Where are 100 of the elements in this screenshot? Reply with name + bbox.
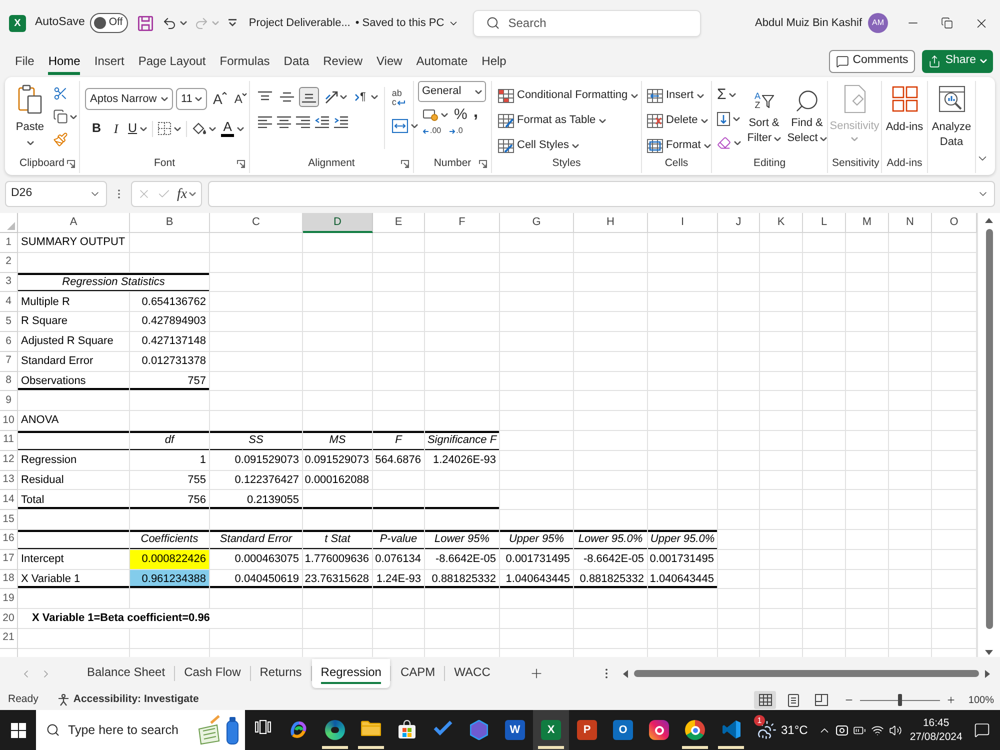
- share-icon[interactable]: [928, 54, 942, 68]
- zoom-level[interactable]: 100%: [968, 692, 994, 708]
- caret-icon[interactable]: [209, 126, 216, 131]
- view-button[interactable]: [754, 691, 776, 709]
- row-header[interactable]: 11: [0, 430, 18, 451]
- add-ins-button[interactable]: Add-ins: [882, 81, 927, 135]
- magnifier-icon[interactable]: [794, 88, 820, 114]
- windows-logo-icon[interactable]: [10, 722, 26, 738]
- font-color-button[interactable]: A: [221, 120, 244, 138]
- ribbon-tab[interactable]: Help: [482, 50, 506, 74]
- app-tile[interactable]: P: [577, 720, 597, 740]
- column-header[interactable]: G: [500, 213, 574, 233]
- save-status-button[interactable]: • Saved to this PC: [355, 14, 460, 32]
- column-header[interactable]: L: [803, 213, 846, 233]
- row-header[interactable]: 2: [0, 252, 18, 273]
- fill-down-icon[interactable]: [717, 112, 730, 126]
- caret-icon[interactable]: [704, 144, 711, 148]
- caret-icon[interactable]: [441, 112, 448, 116]
- paste-button[interactable]: Paste: [13, 84, 47, 155]
- return-arrow-icon[interactable]: [397, 100, 406, 106]
- search-field[interactable]: Type here to search: [36, 710, 245, 750]
- scroll-right-icon[interactable]: [985, 670, 990, 678]
- taskbar-button[interactable]: O: [605, 710, 641, 750]
- dialog-launcher-icon[interactable]: [67, 160, 75, 168]
- fill-button[interactable]: [717, 110, 741, 127]
- caret-icon[interactable]: [630, 94, 638, 98]
- caret-icon[interactable]: [242, 93, 248, 96]
- search-field[interactable]: Search: [473, 10, 702, 36]
- font-size-dropdown[interactable]: 11: [176, 88, 207, 110]
- ribbon-tab[interactable]: Review: [323, 50, 362, 74]
- color-bar-icon[interactable]: [221, 134, 234, 138]
- app-tile[interactable]: X: [541, 720, 561, 740]
- camera-icon[interactable]: [836, 724, 848, 736]
- decrease-indent-icon[interactable]: [315, 116, 329, 128]
- comments-button[interactable]: Comments: [828, 50, 916, 72]
- caret-icon[interactable]: [161, 97, 168, 101]
- row-header[interactable]: 19: [0, 589, 18, 610]
- align-left-icon[interactable]: [258, 116, 272, 128]
- increase-indent-icon[interactable]: [334, 116, 348, 128]
- dialog-launcher-icon[interactable]: [237, 160, 245, 168]
- align-top-icon[interactable]: [258, 91, 272, 103]
- fill-color-button[interactable]: [192, 122, 216, 136]
- column-header[interactable]: I: [648, 213, 718, 233]
- caret-icon[interactable]: [26, 140, 34, 144]
- app-tile[interactable]: W: [505, 720, 525, 740]
- page-view-icon[interactable]: [788, 694, 799, 706]
- clipboard-icon[interactable]: [18, 84, 42, 114]
- checkmark-icon[interactable]: [433, 720, 453, 736]
- delete-cells-icon[interactable]: [647, 114, 663, 128]
- dialog-launcher-icon[interactable]: [479, 160, 487, 168]
- orientation-button[interactable]: [325, 90, 347, 104]
- percent-button[interactable]: %: [454, 107, 468, 122]
- caret-icon[interactable]: [734, 140, 741, 144]
- analyze-data-button[interactable]: Analyze Data: [928, 81, 975, 150]
- column-header[interactable]: N: [889, 213, 932, 233]
- caret-icon[interactable]: [598, 118, 606, 122]
- find-select-button[interactable]: Find & Select: [787, 86, 827, 151]
- format-cells-icon[interactable]: [647, 138, 663, 152]
- cell-brush-icon[interactable]: [498, 138, 514, 152]
- zoom-in-icon[interactable]: [946, 695, 956, 705]
- text-direction-button[interactable]: ¶: [355, 88, 378, 106]
- wrap-text-button[interactable]: ab c: [392, 89, 418, 107]
- number-format-dropdown[interactable]: General: [418, 81, 486, 102]
- caret-icon[interactable]: [370, 95, 378, 99]
- clock-date[interactable]: 27/08/2024: [910, 730, 962, 744]
- scroll-up-icon[interactable]: [985, 218, 993, 223]
- funnel-icon[interactable]: [762, 94, 774, 108]
- taskbar-button[interactable]: P: [569, 710, 605, 750]
- row-header[interactable]: 16: [0, 530, 18, 550]
- table-brush-icon[interactable]: [498, 114, 514, 128]
- align-bottom-icon[interactable]: [302, 91, 316, 103]
- hexagon-icon[interactable]: [470, 720, 488, 740]
- horizontal-scrollbar-thumb[interactable]: [634, 670, 979, 677]
- row-header[interactable]: 20: [0, 609, 18, 629]
- undo-button[interactable]: [162, 16, 187, 30]
- row-header[interactable]: 13: [0, 470, 18, 490]
- caret-icon[interactable]: [700, 118, 708, 122]
- caret-icon[interactable]: [195, 97, 202, 101]
- caret-icon[interactable]: [410, 124, 418, 128]
- accessibility-icon[interactable]: [58, 694, 70, 706]
- column-header[interactable]: C: [210, 213, 303, 233]
- paintbrush-icon[interactable]: [53, 132, 68, 147]
- temperature[interactable]: 31°C: [781, 721, 808, 739]
- autosave-toggle[interactable]: Off: [90, 13, 128, 33]
- ribbon-tab[interactable]: View: [376, 50, 402, 74]
- font-name-dropdown[interactable]: Aptos Narrow: [85, 88, 173, 110]
- undo-icon[interactable]: [162, 16, 177, 30]
- row-header[interactable]: 15: [0, 510, 18, 530]
- row-header[interactable]: 4: [0, 292, 18, 312]
- column-header[interactable]: B: [130, 213, 210, 233]
- decrease-decimal-button[interactable]: .0: [449, 127, 463, 135]
- ribbon-tab[interactable]: Formulas: [220, 50, 270, 74]
- column-header[interactable]: J: [718, 213, 760, 233]
- caret-icon[interactable]: [340, 95, 347, 99]
- caret-icon[interactable]: [774, 136, 781, 140]
- column-header[interactable]: O: [932, 213, 977, 233]
- caret-icon[interactable]: [475, 90, 482, 94]
- cells-menu-button[interactable]: Format: [647, 137, 711, 154]
- sheet-tab[interactable]: Balance Sheet: [78, 659, 174, 688]
- column-header[interactable]: D: [303, 213, 373, 233]
